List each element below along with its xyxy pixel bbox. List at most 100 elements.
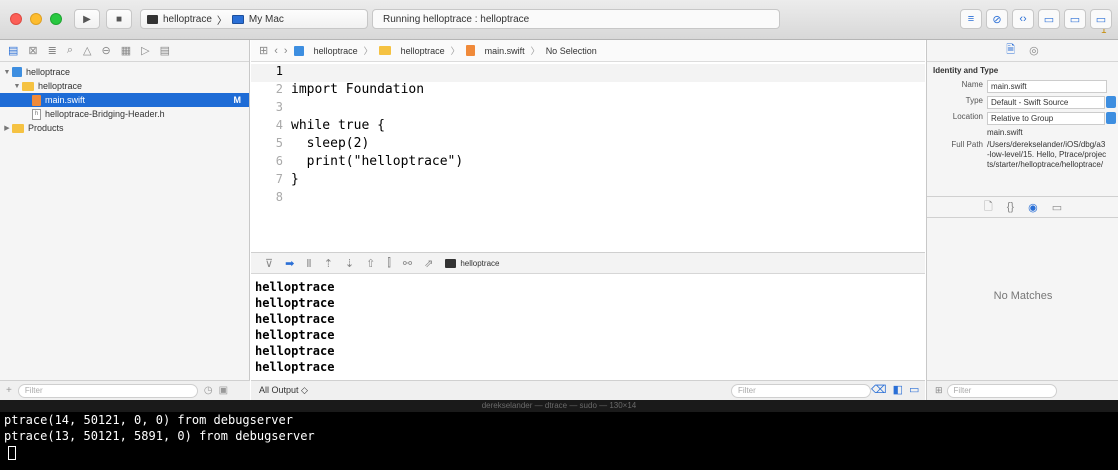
code-token: Foundation [337,82,425,97]
terminal-prompt [0,444,1118,460]
disclosure-open-icon[interactable]: ▼ [12,83,22,90]
location-file-row: main.swift [927,128,1118,137]
type-select[interactable]: Default - Swift Source [987,96,1116,109]
hierarchy-icon[interactable]: ≣ [48,44,57,57]
scheme-selector[interactable]: helloptrace 〉 My Mac [140,9,368,29]
code-line: 4 while true { [251,118,385,136]
memory-graph-icon[interactable]: ⚯ [403,257,412,270]
zoom-window-button[interactable] [50,13,62,25]
code-line: 6 print("helloptrace") [251,154,463,172]
close-window-button[interactable] [10,13,22,25]
assistant-icon: ⊘ [992,13,1002,26]
assistant-editor-button[interactable]: ⊘ [986,9,1008,29]
split-panel-icon[interactable]: ◧ [893,383,903,396]
disclosure-open-icon[interactable]: ▼ [2,69,12,76]
run-button[interactable]: ▶ [74,9,100,29]
inspector-footer: ⊞ Filter [927,380,1118,400]
breakpoints-toggle-icon[interactable]: ➡ [285,257,294,270]
modified-badge: M [233,95,242,105]
breadcrumb-file[interactable]: main.swift [485,46,525,56]
window-toolbar: ▶ ■ helloptrace 〉 My Mac Running hellopt… [0,0,1118,40]
output-selector[interactable]: All Output ◇ [259,385,308,396]
debug-icon[interactable]: ▦ [121,44,131,57]
line-number: 6 [275,154,283,168]
media-library-icon[interactable]: ▭ [1052,201,1062,214]
stop-button[interactable]: ■ [106,9,132,29]
step-over-icon[interactable]: ⇡ [324,257,333,270]
version-icon: ‹› [1019,13,1027,25]
toggle-debug-area-button[interactable]: ▭ [1064,9,1086,29]
section-title: Identity and Type [933,66,999,75]
scm-filter-icon[interactable]: ▣ [219,385,228,396]
breadcrumb-group[interactable]: helloptrace [401,46,445,56]
related-items-icon[interactable]: ⊞ [259,44,268,57]
warning-icon[interactable]: △ [83,44,91,57]
panel-icon[interactable]: ▭ [909,383,919,396]
library-filter-input[interactable]: Filter [946,383,1057,398]
location-icon[interactable]: ⇗ [424,257,433,270]
step-into-icon[interactable]: ⇣ [345,257,354,270]
filter-placeholder: Filter [24,385,43,395]
object-library-icon[interactable]: ◉ [1028,201,1038,214]
breadcrumb-separator: 〉 [363,46,373,56]
type-value: Default - Swift Source [991,98,1069,107]
report-icon[interactable]: ▤ [160,44,170,57]
toggle-inspector-button[interactable]: ▭ [1090,9,1112,29]
tree-label: helloptrace [38,81,83,91]
activity-view: Running helloptrace : helloptrace ⚠ 1 [372,9,1110,36]
folder-icon [22,81,34,91]
console-output[interactable]: helloptrace helloptrace helloptrace hellopt… [251,274,925,380]
process-label: helloptrace [460,258,500,268]
editor-lines-icon: ≡ [967,13,975,25]
breadcrumb-selection[interactable]: No Selection [546,46,597,56]
console-filter-input[interactable]: Filter [731,384,871,398]
breakpoint-icon[interactable]: ▷ [141,44,149,57]
toggle-navigator-button[interactable]: ▭ [1038,9,1060,29]
file-template-icon[interactable]: 🗋 [984,198,993,217]
file-inspector-icon[interactable]: 🗎 [1006,41,1015,60]
standard-editor-button[interactable]: ≡ [960,9,982,29]
process-selector[interactable]: helloptrace [445,258,500,268]
navigator-filter-input[interactable]: Filter [17,383,198,398]
app-target-icon [147,14,158,24]
tree-item-products[interactable]: ▶ Products [0,121,249,135]
tree-item-project[interactable]: ▼ helloptrace [0,65,249,79]
location-select[interactable]: Relative to Group [987,112,1116,125]
folder-icon [378,46,391,55]
grid-view-icon[interactable]: ⊞ [935,385,943,396]
minimize-window-button[interactable] [30,13,42,25]
disclosure-closed-icon[interactable]: ▶ [2,124,12,132]
tree-item-main-swift[interactable]: main.swift M [0,93,249,107]
project-icon [293,45,304,56]
inspector-panel: 🗎 ◎ Identity and Type Name main.swift Ty… [926,40,1118,400]
view-debugger-icon[interactable]: ⫿ [387,257,391,270]
pause-icon[interactable]: Ⅱ [306,257,311,270]
step-out-icon[interactable]: ⇧ [366,257,375,270]
code-token: sleep(2) [291,136,370,151]
version-editor-button[interactable]: ‹› [1012,9,1034,29]
quick-help-icon[interactable]: ◎ [1029,44,1039,57]
tree-item-bridging-header[interactable]: h helloptrace-Bridging-Header.h [0,107,249,121]
tree-item-group[interactable]: ▼ helloptrace [0,79,249,93]
mac-icon [231,14,244,24]
name-field[interactable]: main.swift [987,80,1107,93]
trash-icon[interactable]: ⌫ [871,383,887,396]
back-icon[interactable]: ‹ [274,45,278,57]
dropdown-arrow-icon [1106,96,1116,108]
recent-files-icon[interactable]: ◷ [204,385,213,396]
terminal-window[interactable]: derekselander — dtrace — sudo — 130×14 p… [0,400,1118,470]
source-editor[interactable]: 1 2 import Foundation 3 4 while true {5 sleep… [251,62,925,252]
test-icon[interactable]: ⊖ [101,44,110,57]
breadcrumb-project[interactable]: helloptrace [314,46,358,56]
source-control-icon[interactable]: ⊠ [28,44,37,57]
code-snippet-icon[interactable]: {} [1007,201,1014,213]
console-layout-controls: ⌫ ◧ ▭ [871,383,919,396]
folder-icon[interactable]: ▤ [8,44,18,57]
line-number: 4 [275,118,283,132]
add-icon[interactable]: + [6,385,12,396]
scheme-separator: 〉 [216,15,227,27]
search-icon[interactable]: ⌕ [67,44,73,57]
line-number: 7 [275,172,283,186]
hide-debug-area-icon[interactable]: ⊽ [265,257,273,270]
forward-icon[interactable]: › [284,45,288,57]
